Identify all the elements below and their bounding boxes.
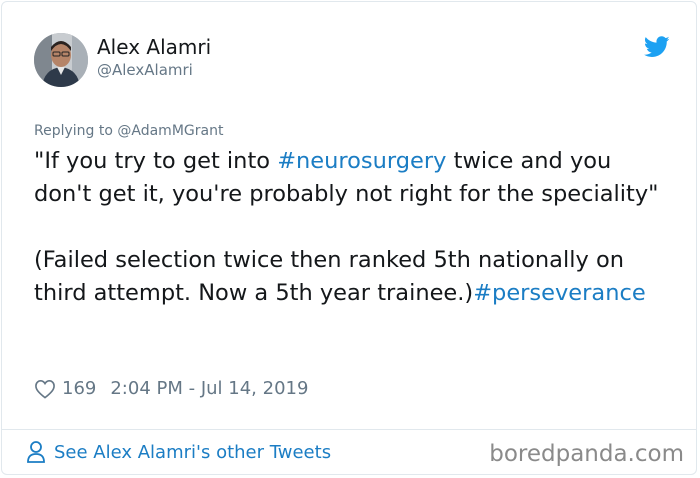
hashtag-link[interactable]: #neurosurgery xyxy=(277,148,446,174)
person-icon xyxy=(27,441,45,463)
tweet-paragraph-2: (Failed selection twice then ranked 5th … xyxy=(34,244,674,310)
tweet-timestamp[interactable]: 2:04 PM - Jul 14, 2019 xyxy=(110,378,308,399)
reply-to-line[interactable]: Replying to @AdamMGrant xyxy=(34,123,223,139)
author-handle[interactable]: @AlexAlamri xyxy=(97,61,193,79)
tweet-card: Alex Alamri @AlexAlamri Replying to @Ada… xyxy=(1,1,697,475)
footer-divider xyxy=(1,429,697,430)
author-display-name[interactable]: Alex Alamri xyxy=(97,35,211,59)
heart-icon[interactable] xyxy=(34,379,56,399)
avatar[interactable] xyxy=(34,33,88,87)
twitter-bird-icon[interactable] xyxy=(644,36,670,58)
tweet-meta: 169 2:04 PM - Jul 14, 2019 xyxy=(34,378,308,399)
boredpanda-watermark: boredpanda.com xyxy=(489,441,684,467)
like-count[interactable]: 169 xyxy=(62,378,96,399)
hashtag-link[interactable]: #perseverance xyxy=(473,280,645,306)
tweet-text: "If you try to get into #neurosurgery tw… xyxy=(34,145,674,310)
see-other-tweets-link[interactable]: See Alex Alamri's other Tweets xyxy=(26,440,331,464)
tweet-paragraph-1: "If you try to get into #neurosurgery tw… xyxy=(34,145,674,211)
see-other-tweets-label: See Alex Alamri's other Tweets xyxy=(54,441,332,463)
tweet-text-part: "If you try to get into xyxy=(34,148,278,174)
